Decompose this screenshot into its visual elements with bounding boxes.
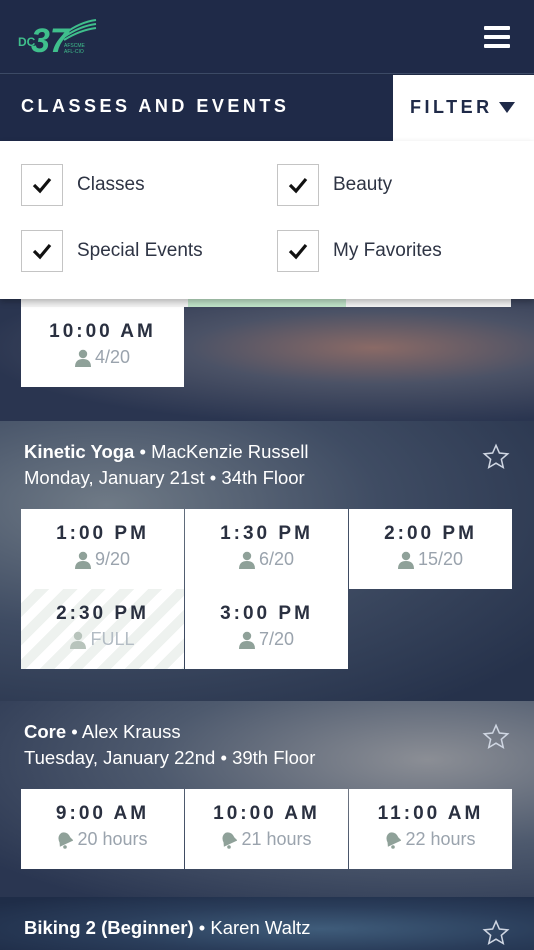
time-slot[interactable]: 2:00 PM 15/20 <box>349 509 512 589</box>
filter-option-label: My Favorites <box>333 240 442 261</box>
favorite-star-icon[interactable] <box>482 723 510 751</box>
class-instructor: Alex Krauss <box>81 721 181 742</box>
slot-capacity: 9/20 <box>94 549 131 569</box>
class-session: 10:00 AM 4/20 <box>0 299 534 421</box>
filter-option-label: Beauty <box>333 174 393 195</box>
filter-panel: Classes Beauty Special Events My Favorit… <box>0 141 534 299</box>
caret-down-icon <box>499 102 515 113</box>
class-session: Biking 2 (Beginner) • Karen Waltz <box>0 897 534 950</box>
class-instructor: Karen Waltz <box>210 917 311 938</box>
slot-time: 10:00 AM <box>213 803 320 824</box>
checkbox[interactable] <box>277 164 319 206</box>
filter-option-label: Classes <box>77 174 145 195</box>
checkmark-icon <box>288 177 308 194</box>
time-slot[interactable]: 1:00 PM 9/20 <box>21 509 184 589</box>
top-bar: DC 37 AFSCME AFL-CIO <box>0 0 534 74</box>
slot-selected-edge <box>188 299 346 307</box>
filter-option-classes[interactable]: Classes <box>21 164 145 206</box>
favorite-star-icon[interactable] <box>482 443 510 471</box>
person-icon <box>238 551 255 569</box>
page-title: CLASSES AND EVENTS <box>0 75 393 141</box>
person-icon <box>238 631 255 649</box>
time-slot[interactable]: 10:00 AM 4/20 <box>21 307 184 387</box>
slot-time: 9:00 AM <box>55 803 150 824</box>
slot-time: 3:00 PM <box>220 603 313 624</box>
class-header: Kinetic Yoga • MacKenzie Russell Monday,… <box>24 441 309 488</box>
class-location: 34th Floor <box>221 467 305 488</box>
filter-option-beauty[interactable]: Beauty <box>277 164 392 206</box>
checkbox[interactable] <box>21 164 63 206</box>
slot-time: 10:00 AM <box>49 321 156 342</box>
checkmark-icon <box>288 243 308 260</box>
svg-text:AFL-CIO: AFL-CIO <box>64 49 84 55</box>
slot-time: 2:00 PM <box>384 523 477 544</box>
slot-countdown: 22 hours <box>405 829 476 849</box>
slot-countdown: 21 hours <box>241 829 312 849</box>
slot-time: 11:00 AM <box>377 803 484 824</box>
checkbox[interactable] <box>21 230 63 272</box>
person-icon <box>74 349 91 367</box>
slot-status: FULL <box>90 629 135 649</box>
person-icon <box>397 551 414 569</box>
class-date: Monday, January 21st <box>24 467 205 488</box>
time-slot[interactable]: 11:00 AM 22 hours <box>349 789 512 869</box>
sub-bar: CLASSES AND EVENTS FILTER <box>0 75 534 141</box>
slot-capacity: 4/20 <box>94 347 131 367</box>
filter-option-label: Special Events <box>77 240 203 261</box>
filter-option-special-events[interactable]: Special Events <box>21 230 203 272</box>
hamburger-icon[interactable] <box>484 26 510 48</box>
class-session: Core • Alex Krauss Tuesday, January 22nd… <box>0 701 534 897</box>
class-name: Kinetic Yoga <box>24 441 135 462</box>
class-name: Core <box>24 721 67 742</box>
time-slot[interactable]: 9:00 AM 20 hours <box>21 789 184 869</box>
filter-label: FILTER <box>410 97 493 117</box>
favorite-star-icon[interactable] <box>482 919 510 947</box>
checkmark-icon <box>32 177 52 194</box>
bell-icon <box>222 831 238 849</box>
slot-countdown: 20 hours <box>77 829 148 849</box>
checkmark-icon <box>32 243 52 260</box>
slot-time: 1:00 PM <box>56 523 149 544</box>
time-slot-full[interactable]: 2:30 PM FULL <box>21 589 184 669</box>
class-header: Core • Alex Krauss Tuesday, January 22nd… <box>24 721 316 768</box>
slot-capacity: 6/20 <box>258 549 295 569</box>
class-name: Biking 2 (Beginner) <box>24 917 194 938</box>
person-icon <box>74 551 91 569</box>
filter-button[interactable]: FILTER <box>393 75 534 141</box>
class-feed[interactable]: 10:00 AM 4/20 Kinetic Yoga • MacKenzie R… <box>0 299 534 950</box>
class-location: 39th Floor <box>232 747 316 768</box>
checkbox[interactable] <box>277 230 319 272</box>
time-slot[interactable]: 10:00 AM 21 hours <box>185 789 348 869</box>
class-header: Biking 2 (Beginner) • Karen Waltz <box>24 917 311 938</box>
filter-option-my-favorites[interactable]: My Favorites <box>277 230 442 272</box>
slot-time: 2:30 PM <box>56 603 149 624</box>
class-session: Kinetic Yoga • MacKenzie Russell Monday,… <box>0 421 534 701</box>
dc37-logo[interactable]: DC 37 AFSCME AFL-CIO <box>18 16 100 60</box>
slot-capacity: 7/20 <box>258 629 295 649</box>
class-instructor: MacKenzie Russell <box>151 441 309 462</box>
time-slot[interactable]: 3:00 PM 7/20 <box>185 589 348 669</box>
bell-icon <box>386 831 402 849</box>
slot-time: 1:30 PM <box>220 523 313 544</box>
person-icon <box>70 631 87 649</box>
class-date: Tuesday, January 22nd <box>24 747 216 768</box>
time-slot[interactable]: 1:30 PM 6/20 <box>185 509 348 589</box>
slot-capacity: 15/20 <box>417 549 464 569</box>
bell-icon <box>58 831 74 849</box>
